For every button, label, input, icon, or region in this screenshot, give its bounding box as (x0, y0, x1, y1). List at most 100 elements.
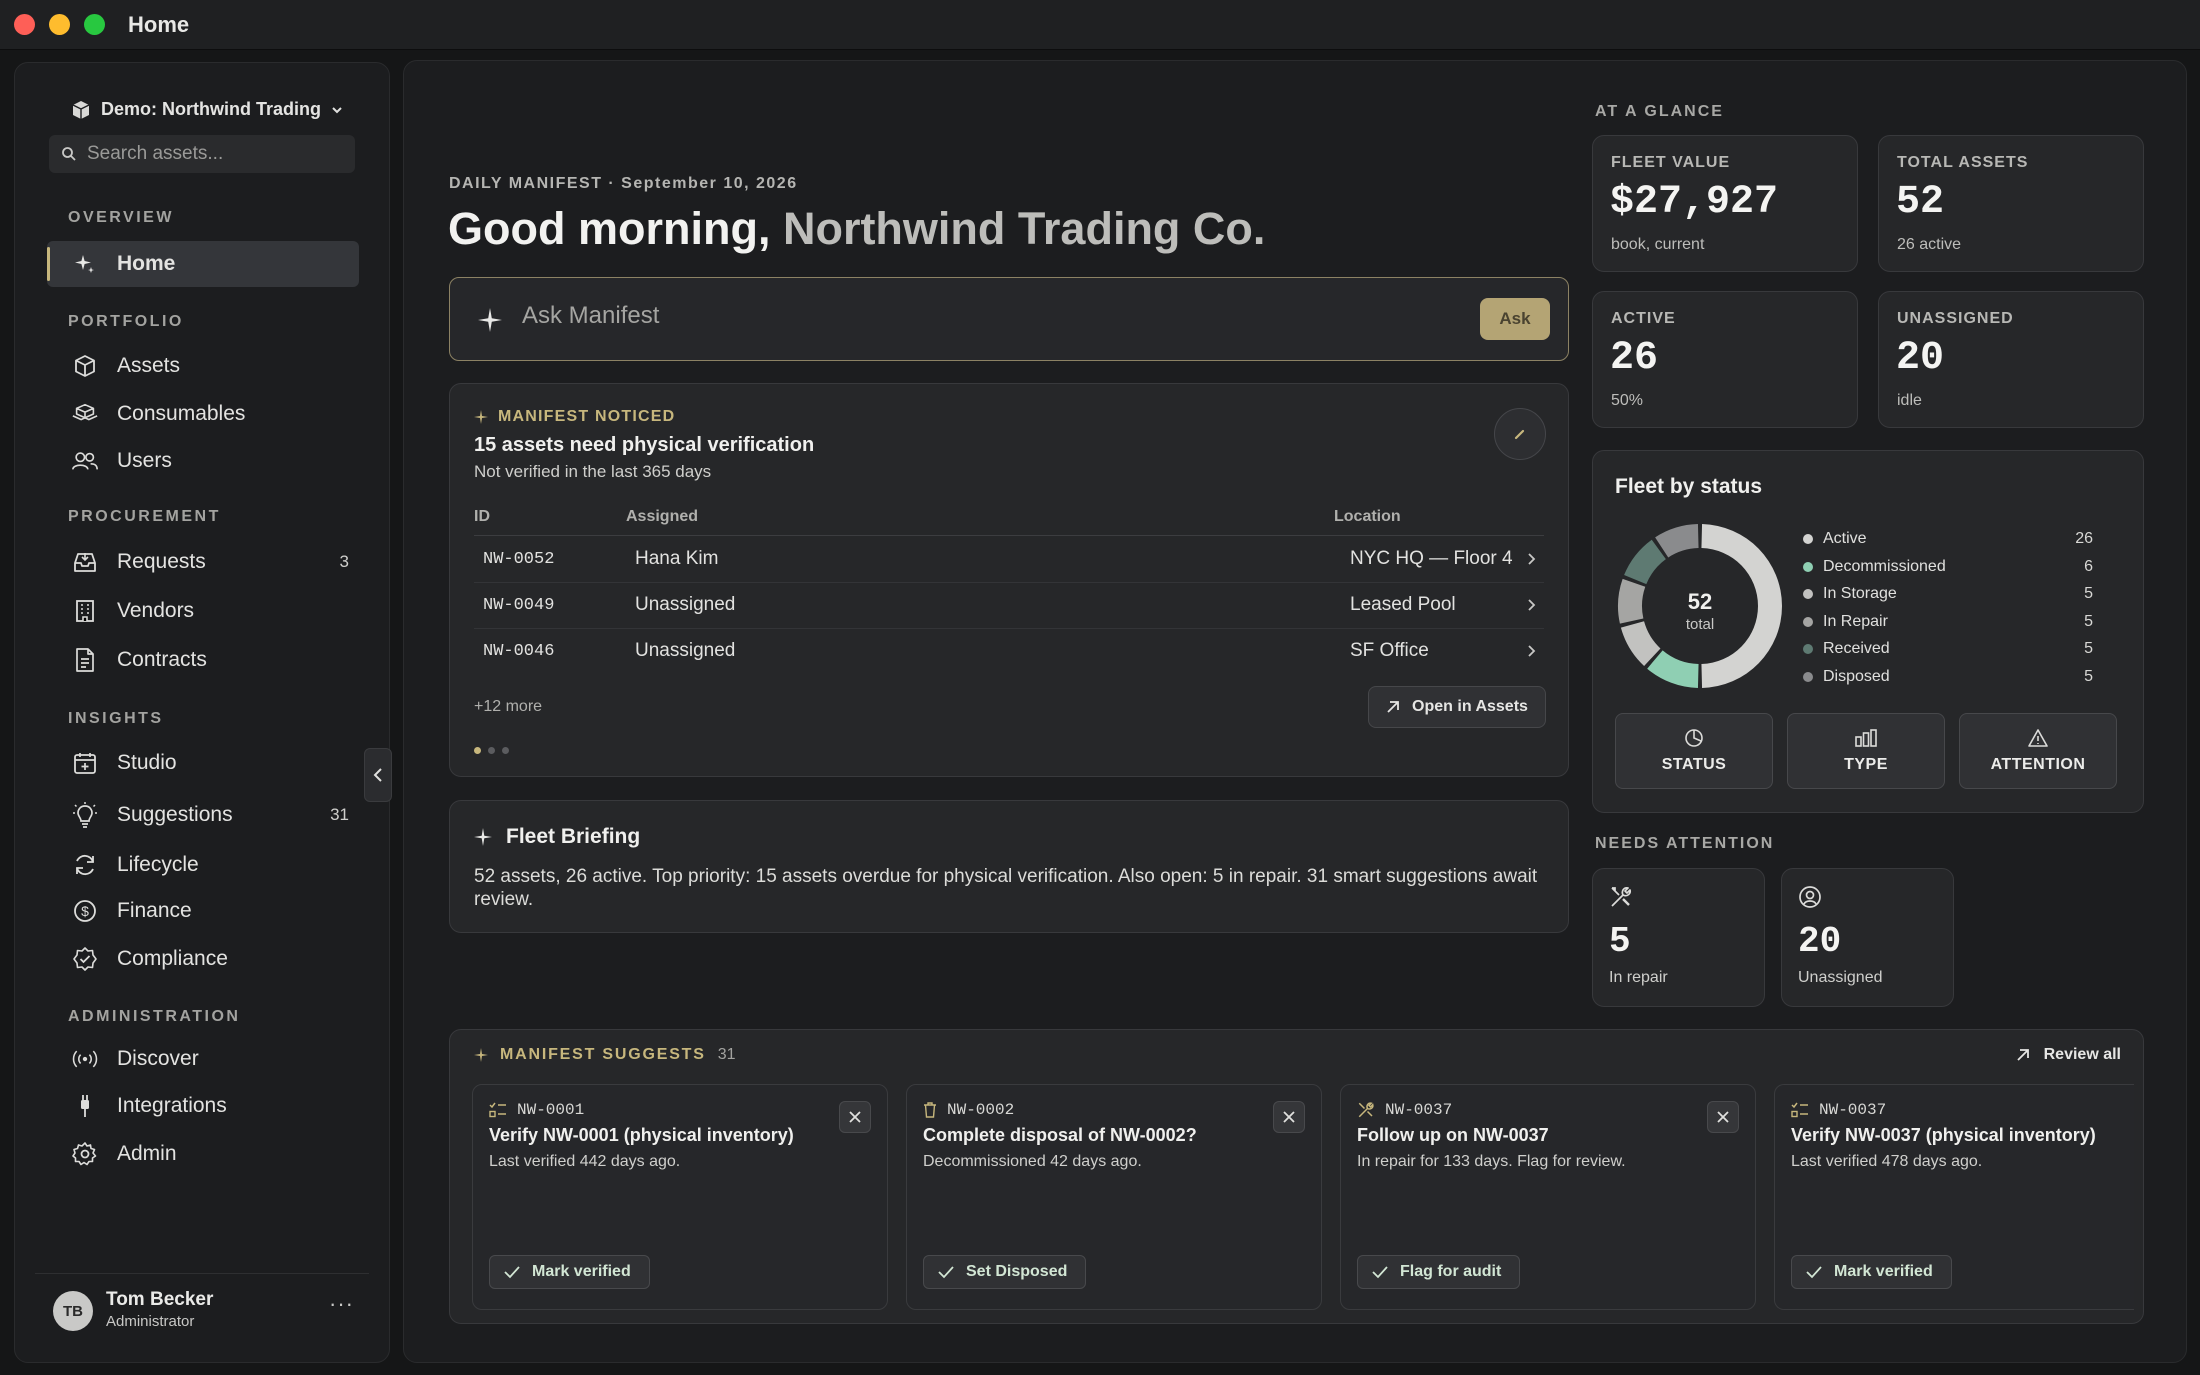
minimize-window-button[interactable] (49, 14, 70, 35)
unassigned-card[interactable]: 20 Unassigned (1781, 868, 1954, 1007)
review-all-link[interactable]: Review all (2016, 1046, 2121, 1064)
sidebar-item-discover[interactable]: Discover (47, 1036, 359, 1082)
suggestion-desc: Last verified 442 days ago. (489, 1153, 681, 1170)
legend-item[interactable]: In Repair 5 (1803, 612, 2117, 634)
page-dot[interactable] (502, 747, 509, 754)
open-in-assets-button[interactable]: Open in Assets (1368, 686, 1546, 728)
sidebar-item-consumables[interactable]: Consumables (47, 391, 359, 437)
row-id: NW-0046 (483, 642, 555, 661)
stat-sub: 26 active (1897, 236, 1962, 253)
donut-segment[interactable] (1620, 621, 1661, 666)
sidebar-item-lifecycle[interactable]: Lifecycle (47, 842, 359, 888)
mark-verified-button[interactable]: Mark verified (1791, 1255, 1952, 1289)
stat-active[interactable]: ACTIVE 26 50% (1592, 291, 1858, 428)
type-view-button[interactable]: TYPE (1787, 713, 1945, 789)
sidebar-item-requests[interactable]: Requests 3 (47, 539, 359, 585)
page-dot[interactable] (488, 747, 495, 754)
suggestion-card[interactable]: NW-0002 Complete disposal of NW-0002? De… (906, 1084, 1322, 1310)
legend-item[interactable]: Disposed 5 (1803, 667, 2117, 689)
sparkle-icon (474, 1048, 488, 1062)
set-disposed-button[interactable]: Set Disposed (923, 1255, 1087, 1289)
legend-count: 5 (2084, 612, 2093, 630)
page-dot-active[interactable] (474, 747, 481, 754)
sidebar-item-label: Studio (117, 751, 177, 774)
row-assigned: Unassigned (635, 640, 736, 661)
sidebar-item-assets[interactable]: Assets (47, 343, 359, 389)
bar-chart-icon (1855, 729, 1877, 747)
dismiss-button[interactable] (839, 1101, 871, 1133)
stat-sub: idle (1897, 392, 1922, 409)
suggestion-card[interactable]: NW-0037 Follow up on NW-0037 In repair f… (1340, 1084, 1756, 1310)
needs-attention-label: NEEDS ATTENTION (1595, 835, 1775, 852)
suggestion-desc: Last verified 478 days ago. (1791, 1153, 1983, 1170)
collapse-sidebar-button[interactable] (364, 748, 392, 802)
sidebar-item-integrations[interactable]: Integrations (47, 1083, 359, 1129)
sidebar-item-users[interactable]: Users (47, 438, 359, 484)
donut-segment[interactable] (1618, 578, 1646, 624)
sidebar-item-finance[interactable]: $ Finance (47, 888, 359, 934)
donut-segment[interactable] (1701, 524, 1782, 688)
table-row[interactable]: NW-0052 Hana Kim NYC HQ — Floor 4 (474, 536, 1544, 582)
workspace-switcher[interactable]: Demo: Northwind Trading (71, 99, 343, 120)
search-input[interactable] (87, 143, 337, 165)
legend-item[interactable]: Active 26 (1803, 529, 2117, 551)
boxes-icon (71, 400, 99, 428)
sidebar-item-studio[interactable]: Studio (47, 740, 359, 786)
suggestions-count-badge: 31 (330, 805, 349, 824)
attention-view-button[interactable]: ATTENTION (1959, 713, 2117, 789)
suggestion-id: NW-0002 (923, 1101, 1014, 1119)
row-location: Leased Pool (1350, 594, 1456, 615)
donut-segment[interactable] (1624, 539, 1666, 585)
section-portfolio: PORTFOLIO (68, 313, 184, 330)
flag-for-audit-button[interactable]: Flag for audit (1357, 1255, 1521, 1289)
close-window-button[interactable] (14, 14, 35, 35)
sparkle-icon (71, 250, 99, 278)
sidebar-item-vendors[interactable]: Vendors (47, 588, 359, 634)
maximize-window-button[interactable] (84, 14, 105, 35)
avatar[interactable]: TB (53, 1291, 93, 1331)
legend-item[interactable]: Decommissioned 6 (1803, 557, 2117, 579)
legend-item[interactable]: Received 5 (1803, 639, 2117, 661)
suggestion-title: Verify NW-0001 (physical inventory) (489, 1125, 794, 1145)
ask-manifest-input[interactable] (522, 302, 1422, 330)
noticed-label-text: MANIFEST NOTICED (498, 408, 676, 425)
suggests-count: 31 (717, 1046, 736, 1063)
noticed-subtitle: Not verified in the last 365 days (474, 462, 712, 481)
legend-count: 5 (2084, 667, 2093, 685)
sidebar-item-label: Lifecycle (117, 853, 199, 876)
legend-item[interactable]: In Storage 5 (1803, 584, 2117, 606)
suggestion-card[interactable]: NW-0037 Verify NW-0037 (physical invento… (1774, 1084, 2134, 1310)
ask-manifest-bar[interactable]: Ask (449, 277, 1569, 361)
close-icon (1717, 1111, 1729, 1123)
stat-total-assets[interactable]: TOTAL ASSETS 52 26 active (1878, 135, 2144, 272)
sidebar-item-admin[interactable]: Admin (47, 1131, 359, 1177)
donut-segment[interactable] (1647, 650, 1699, 688)
fleet-briefing-title: Fleet Briefing (474, 825, 640, 849)
sidebar-item-home[interactable]: Home (47, 241, 359, 287)
search-box[interactable] (49, 135, 355, 173)
pagination-dots[interactable] (474, 747, 509, 754)
sidebar-item-compliance[interactable]: Compliance (47, 936, 359, 982)
in-repair-card[interactable]: 5 In repair (1592, 868, 1765, 1007)
open-in-assets-label: Open in Assets (1412, 698, 1528, 715)
sidebar-item-label: Suggestions (117, 803, 233, 826)
sidebar-item-contracts[interactable]: Contracts (47, 637, 359, 683)
dial-button[interactable] (1494, 408, 1546, 460)
sidebar-item-suggestions[interactable]: Suggestions 31 (47, 792, 359, 838)
donut-segment[interactable] (1655, 524, 1699, 558)
table-row[interactable]: NW-0046 Unassigned SF Office (474, 628, 1544, 674)
status-view-button[interactable]: STATUS (1615, 713, 1773, 789)
status-donut-chart[interactable]: 52 total (1615, 521, 1785, 691)
dismiss-button[interactable] (1707, 1101, 1739, 1133)
stat-unassigned[interactable]: UNASSIGNED 20 idle (1878, 291, 2144, 428)
ask-button[interactable]: Ask (1480, 298, 1550, 340)
more-count[interactable]: +12 more (474, 698, 542, 716)
chevron-right-icon (1528, 553, 1536, 565)
suggestion-card[interactable]: NW-0001 Verify NW-0001 (physical invento… (472, 1084, 888, 1310)
legend-name: Received (1823, 640, 1890, 657)
stat-fleet-value[interactable]: FLEET VALUE $27,927 book, current (1592, 135, 1858, 272)
mark-verified-button[interactable]: Mark verified (489, 1255, 650, 1289)
table-row[interactable]: NW-0049 Unassigned Leased Pool (474, 582, 1544, 628)
dismiss-button[interactable] (1273, 1101, 1305, 1133)
user-more-button[interactable]: ··· (329, 1291, 354, 1317)
